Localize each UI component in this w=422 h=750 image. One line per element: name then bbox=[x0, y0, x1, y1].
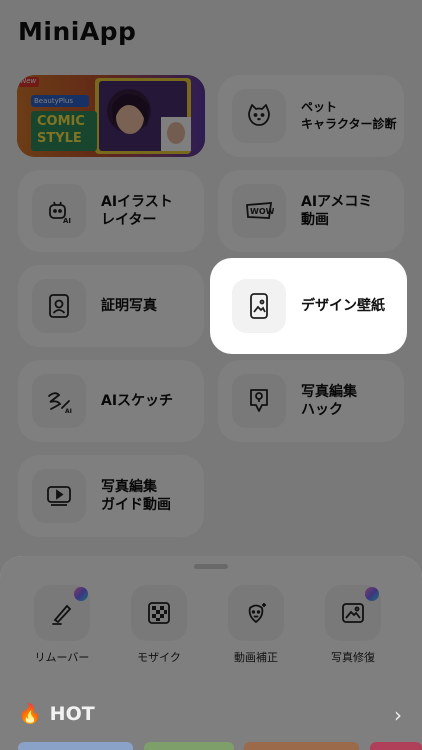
menu-card-label: 証明写真 bbox=[101, 298, 157, 314]
tool-icon-box bbox=[325, 585, 381, 641]
tool-label: モザイク bbox=[137, 651, 181, 664]
svg-text:AI: AI bbox=[65, 408, 72, 414]
menu-card-pet[interactable]: ペット キャラクター診断 bbox=[218, 75, 404, 157]
menu-card-label: AIイラスト レイター bbox=[101, 194, 173, 228]
menu-card-label: デザイン壁紙 bbox=[301, 298, 385, 314]
tool-photo-restore[interactable]: 写真修復 bbox=[310, 585, 396, 665]
tool-video-enhance[interactable]: 動画補正 bbox=[213, 585, 299, 665]
tool-icon-box bbox=[131, 585, 187, 641]
lightbulb-icon bbox=[232, 374, 286, 428]
video-play-icon bbox=[32, 469, 86, 523]
hot-thumb[interactable] bbox=[244, 742, 359, 750]
hot-section-header: 🔥 HOT bbox=[18, 702, 95, 726]
new-badge: New bbox=[21, 77, 37, 85]
menu-card-ai-illust[interactable]: AI AIイラスト レイター bbox=[18, 170, 204, 252]
mosaic-icon bbox=[148, 602, 170, 624]
menu-card-photo-hack[interactable]: 写真編集 ハック bbox=[218, 360, 404, 442]
comic-title-line2: STYLE bbox=[37, 131, 82, 146]
wow-comic-icon: WOW bbox=[232, 184, 286, 238]
tool-label: 動画補正 bbox=[234, 651, 278, 664]
menu-card-label: 写真編集 ガイド動画 bbox=[101, 479, 171, 513]
premium-gem-icon bbox=[74, 587, 88, 601]
menu-card-ai-sketch[interactable]: AI AIスケッチ bbox=[18, 360, 204, 442]
sheet-handle[interactable] bbox=[194, 564, 228, 569]
menu-card-ai-comic[interactable]: WOW AIアメコミ 動画 bbox=[218, 170, 404, 252]
sketch-pen-icon: AI bbox=[32, 374, 86, 428]
menu-card-guide-video[interactable]: 写真編集 ガイド動画 bbox=[18, 455, 204, 537]
hot-thumb[interactable] bbox=[370, 742, 422, 750]
chevron-right-icon[interactable]: › bbox=[394, 703, 402, 727]
premium-gem-icon bbox=[365, 587, 379, 601]
phone-wallpaper-icon bbox=[232, 279, 286, 333]
tool-label: リムーバー bbox=[34, 651, 90, 664]
menu-card-label: AIアメコミ 動画 bbox=[301, 194, 373, 228]
svg-text:WOW: WOW bbox=[250, 207, 274, 216]
eraser-brush-icon bbox=[52, 604, 72, 625]
menu-card-design-wallpaper-highlight[interactable]: デザイン壁紙 bbox=[210, 258, 407, 354]
app-title: MiniApp bbox=[18, 17, 137, 46]
hot-thumb[interactable] bbox=[144, 742, 234, 750]
portrait-icon bbox=[32, 279, 86, 333]
face-enhance-icon bbox=[248, 603, 266, 624]
photo-restore-icon bbox=[342, 603, 364, 623]
cat-face-icon bbox=[232, 89, 286, 143]
menu-card-label: AIスケッチ bbox=[101, 393, 174, 409]
ai-robot-icon: AI bbox=[32, 184, 86, 238]
menu-card-label: 写真編集 ハック bbox=[301, 384, 357, 418]
hot-thumbnails bbox=[18, 742, 422, 750]
tool-label: 写真修復 bbox=[331, 651, 375, 664]
fire-icon: 🔥 bbox=[18, 703, 42, 725]
hot-thumb[interactable] bbox=[18, 742, 133, 750]
svg-text:AI: AI bbox=[63, 217, 71, 225]
menu-card-id-photo[interactable]: 証明写真 bbox=[18, 265, 204, 347]
comic-title-line1: COMIC bbox=[37, 114, 85, 129]
tool-icon-box bbox=[228, 585, 284, 641]
hot-title: HOT bbox=[49, 702, 95, 725]
tool-mosaic[interactable]: モザイク bbox=[116, 585, 202, 665]
menu-card-label: ペット キャラクター診断 bbox=[301, 100, 397, 131]
comic-style-banner[interactable]: New BeautyPlus COMIC STYLE bbox=[17, 75, 205, 157]
brand-label: BeautyPlus bbox=[34, 97, 73, 105]
tool-icon-box bbox=[34, 585, 90, 641]
tool-remover[interactable]: リムーバー bbox=[19, 585, 105, 665]
